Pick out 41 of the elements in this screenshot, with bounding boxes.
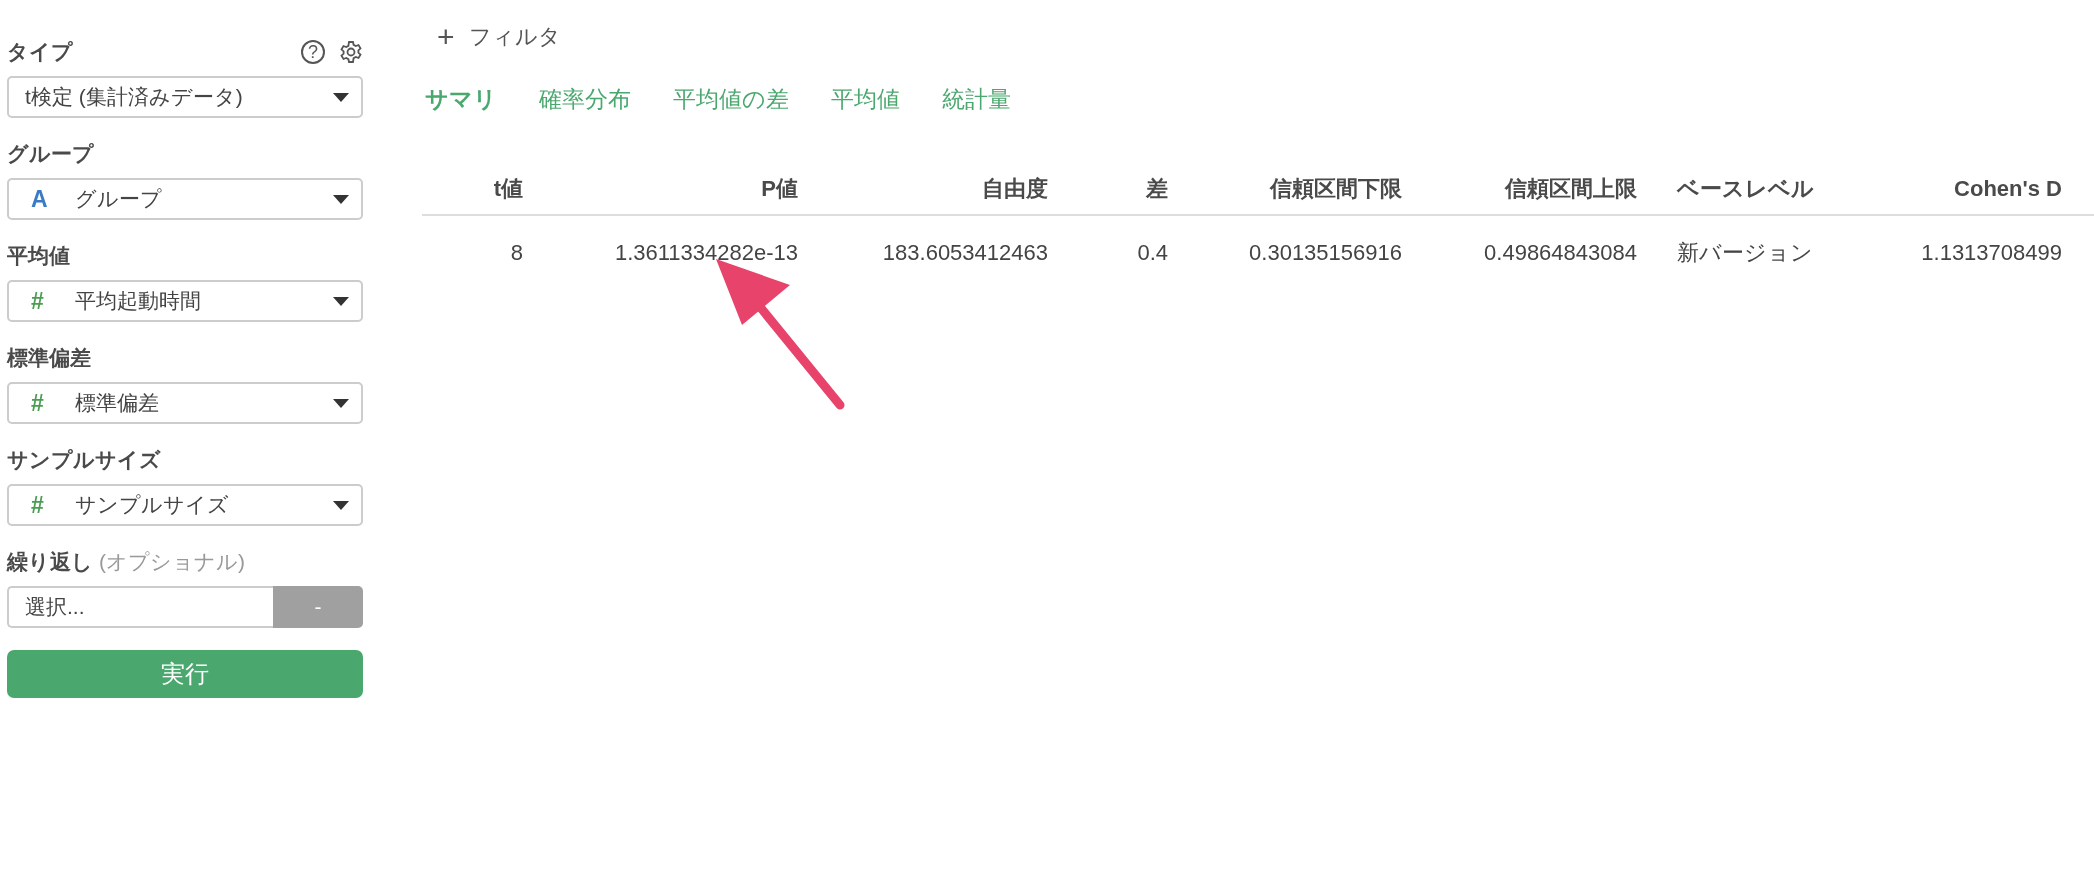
field-label: 標準偏差	[7, 345, 91, 371]
caret-icon	[333, 500, 349, 510]
caret-icon	[333, 194, 349, 204]
caret-icon	[333, 296, 349, 306]
column-header: 信頼区間下限	[1168, 164, 1402, 215]
text-type-icon: A	[31, 185, 61, 213]
help-icon[interactable]: ?	[301, 40, 325, 64]
field-label: タイプ	[7, 39, 73, 65]
number-type-icon: #	[31, 287, 61, 315]
field-label: 平均値	[7, 243, 70, 269]
column-header: ベースレベル	[1637, 164, 1877, 215]
caret-icon	[333, 398, 349, 408]
column-header: t値	[422, 164, 523, 215]
table-cell: 新バージョン	[1637, 215, 1877, 290]
dropdown[interactable]: # サンプルサイズ	[7, 484, 363, 526]
column-header: P値	[523, 164, 798, 215]
table-cell: 0.30135156916	[1168, 215, 1402, 290]
number-type-icon: #	[31, 491, 61, 519]
dropdown[interactable]: A グループ	[7, 178, 363, 220]
field-label: 繰り返し	[7, 549, 93, 575]
settings-icon[interactable]	[339, 40, 363, 64]
dropdown[interactable]: t検定 (集計済みデータ)	[7, 76, 363, 118]
table-cell: 183.6053412463	[798, 215, 1048, 290]
table-cell: 1.1313708499	[1877, 215, 2062, 290]
field-label: グループ	[7, 141, 94, 167]
number-type-icon: #	[31, 389, 61, 417]
table-cell: 0.4	[1048, 215, 1168, 290]
column-header: 自由度	[798, 164, 1048, 215]
column-header: 差	[1048, 164, 1168, 215]
table-cell: 0.49864843084	[1402, 215, 1637, 290]
optional-hint: (オプショナル)	[99, 549, 245, 575]
select-field[interactable]: 選択...	[7, 586, 273, 628]
caret-icon	[333, 92, 349, 102]
column-header: Cohen's D	[1877, 164, 2062, 215]
dropdown[interactable]: # 平均起動時間	[7, 280, 363, 322]
column-header: 信頼区間上限	[1402, 164, 1637, 215]
add-filter-button[interactable]: + フィルタ	[437, 20, 2094, 54]
field-label: サンプルサイズ	[7, 447, 161, 473]
table-cell: 8	[422, 215, 523, 290]
dropdown[interactable]: # 標準偏差	[7, 382, 363, 424]
table-cell: 1.3611334282e-13	[523, 215, 798, 290]
